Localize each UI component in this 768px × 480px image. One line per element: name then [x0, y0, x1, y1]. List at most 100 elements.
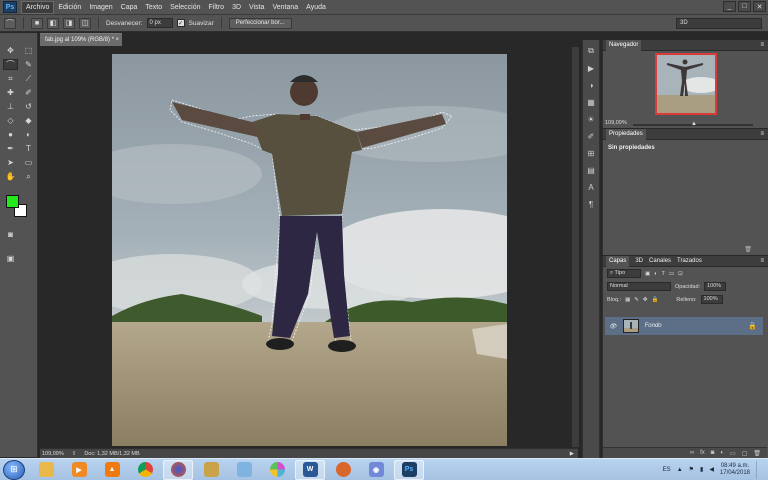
menu-vista[interactable]: Vista: [245, 2, 268, 13]
swatches-icon[interactable]: ▦: [585, 97, 597, 107]
lock-all-icon[interactable]: 🔒: [652, 297, 659, 303]
workspace-select[interactable]: 3D: [676, 18, 762, 29]
adjustments-icon[interactable]: ☀: [585, 114, 597, 124]
flag-icon[interactable]: ⚑: [689, 466, 694, 473]
history-icon[interactable]: ⧉: [585, 46, 597, 56]
vertical-scrollbar[interactable]: [572, 47, 579, 447]
menu-seleccion[interactable]: Selección: [166, 2, 204, 13]
panel-menu-icon[interactable]: ≡: [760, 42, 764, 48]
language-indicator[interactable]: ES: [663, 467, 671, 473]
link-icon[interactable]: ∞: [690, 450, 694, 456]
doc-info[interactable]: Doc: 1,32 MB/1,32 MB: [84, 451, 139, 457]
close-tab-icon[interactable]: ×: [115, 34, 119, 46]
subtract-selection-icon[interactable]: ◨: [63, 17, 75, 29]
layer-fondo[interactable]: 👁 Fondo 🔒: [605, 317, 763, 335]
export-icon[interactable]: ⇪: [72, 451, 77, 457]
shape-icon[interactable]: ▭: [21, 157, 36, 168]
lasso-preset-icon[interactable]: ⌒: [4, 17, 16, 29]
paragraph-icon[interactable]: ¶: [585, 199, 597, 209]
menu-ventana[interactable]: Ventana: [268, 2, 302, 13]
menu-ayuda[interactable]: Ayuda: [302, 2, 330, 13]
adjustment-layer-icon[interactable]: ◐: [720, 450, 724, 456]
taskbar-explorer[interactable]: [31, 460, 61, 480]
history-brush-icon[interactable]: ↺: [21, 101, 36, 112]
fill-input[interactable]: 100%: [700, 295, 723, 304]
taskbar-paint[interactable]: [229, 460, 259, 480]
gradient-icon[interactable]: ◆: [21, 115, 36, 126]
clock[interactable]: 08:49 a.m. 17/04/2018: [720, 463, 750, 477]
taskbar-firefox[interactable]: [163, 459, 193, 480]
blend-mode-select[interactable]: Normal: [607, 282, 671, 291]
navigator-thumbnail[interactable]: [655, 53, 717, 115]
navigator-zoom[interactable]: 109,09%: [605, 120, 627, 126]
mask-icon[interactable]: ◙: [711, 450, 715, 456]
eraser-icon[interactable]: ◇: [3, 115, 18, 126]
maximize-button[interactable]: □: [738, 1, 751, 12]
status-menu-icon[interactable]: ▶: [570, 451, 574, 457]
dodge-icon[interactable]: ◐: [21, 129, 36, 140]
navigator-tab[interactable]: Navegador: [606, 39, 642, 51]
delete-layer-icon[interactable]: 🗑: [753, 450, 761, 457]
marquee-icon[interactable]: ⬚: [21, 45, 36, 56]
show-hidden-icons-icon[interactable]: ▲: [677, 467, 683, 473]
tab-trazados[interactable]: Trazados: [677, 258, 702, 264]
menu-edicion[interactable]: Edición: [54, 2, 85, 13]
show-desktop-button[interactable]: [756, 460, 764, 479]
fx-icon[interactable]: fx: [700, 450, 705, 456]
antialias-checkbox[interactable]: ✓: [176, 19, 185, 27]
taskbar-discord[interactable]: ◉: [361, 460, 391, 480]
start-button[interactable]: ⊞: [3, 459, 25, 480]
lock-position-icon[interactable]: ✥: [643, 297, 648, 303]
quick-select-icon[interactable]: ✎: [21, 59, 36, 70]
tab-3d[interactable]: 3D: [635, 258, 643, 264]
taskbar-word[interactable]: W: [295, 459, 325, 480]
new-layer-icon[interactable]: ▢: [742, 450, 748, 457]
crop-icon[interactable]: ⌗: [3, 73, 18, 84]
type-icon[interactable]: T: [21, 143, 36, 154]
brush-icon[interactable]: ✐: [21, 87, 36, 98]
menu-3d[interactable]: 3D: [228, 2, 245, 13]
healing-icon[interactable]: ✚: [3, 87, 18, 98]
folder-icon[interactable]: ▭: [730, 450, 736, 457]
document-tab[interactable]: fab.jpg al 109% (RGB/8) * ×: [40, 33, 122, 46]
eyedropper-icon[interactable]: ⟋: [21, 73, 36, 84]
menu-archivo[interactable]: Archivo: [21, 0, 55, 14]
pen-icon[interactable]: ✒: [3, 143, 18, 154]
foreground-color-swatch[interactable]: [6, 195, 19, 208]
filter-smart-icon[interactable]: ⊡: [678, 271, 683, 277]
zoom-level[interactable]: 109,09%: [42, 451, 64, 457]
path-select-icon[interactable]: ➤: [3, 157, 18, 168]
blur-icon[interactable]: ●: [3, 129, 18, 140]
network-icon[interactable]: ▮: [700, 466, 703, 473]
visibility-eye-icon[interactable]: 👁: [609, 323, 617, 330]
move-icon[interactable]: ✥: [3, 45, 18, 56]
menu-filtro[interactable]: Filtro: [205, 2, 229, 13]
filter-adjust-icon[interactable]: ◐: [654, 271, 657, 277]
stamp-icon[interactable]: ⊥: [3, 101, 18, 112]
filter-pixel-icon[interactable]: ▣: [645, 271, 650, 277]
actions-icon[interactable]: ▶: [585, 63, 597, 73]
lock-image-icon[interactable]: ✎: [634, 297, 639, 303]
tab-canales[interactable]: Canales: [649, 258, 671, 264]
menu-capa[interactable]: Capa: [117, 2, 142, 13]
taskbar-game[interactable]: [328, 460, 358, 480]
menu-texto[interactable]: Texto: [141, 2, 166, 13]
photo-canvas[interactable]: [112, 54, 507, 446]
navigator-zoom-slider[interactable]: ▲: [633, 121, 753, 127]
brush-presets-icon[interactable]: ✐: [585, 131, 597, 141]
lock-transparent-icon[interactable]: ▦: [625, 297, 630, 303]
filter-shape-icon[interactable]: ▭: [669, 271, 674, 277]
taskbar-vlc[interactable]: ▲: [97, 460, 127, 480]
quick-mask-icon[interactable]: ◙: [3, 229, 18, 240]
taskbar-picasa[interactable]: [262, 460, 292, 480]
hand-icon[interactable]: ✋: [3, 171, 18, 182]
filter-type-icon[interactable]: T: [662, 271, 665, 277]
properties-tab[interactable]: Propiedades: [606, 128, 646, 140]
styles-icon[interactable]: ▤: [585, 165, 597, 175]
zoom-icon[interactable]: ⌕: [21, 171, 36, 182]
panel-menu-icon[interactable]: ≡: [760, 258, 764, 264]
zoom-slider-knob[interactable]: ▲: [691, 121, 697, 127]
add-selection-icon[interactable]: ◧: [47, 17, 59, 29]
feather-input[interactable]: 0 px: [146, 18, 173, 28]
clone-source-icon[interactable]: ⊞: [585, 148, 597, 158]
